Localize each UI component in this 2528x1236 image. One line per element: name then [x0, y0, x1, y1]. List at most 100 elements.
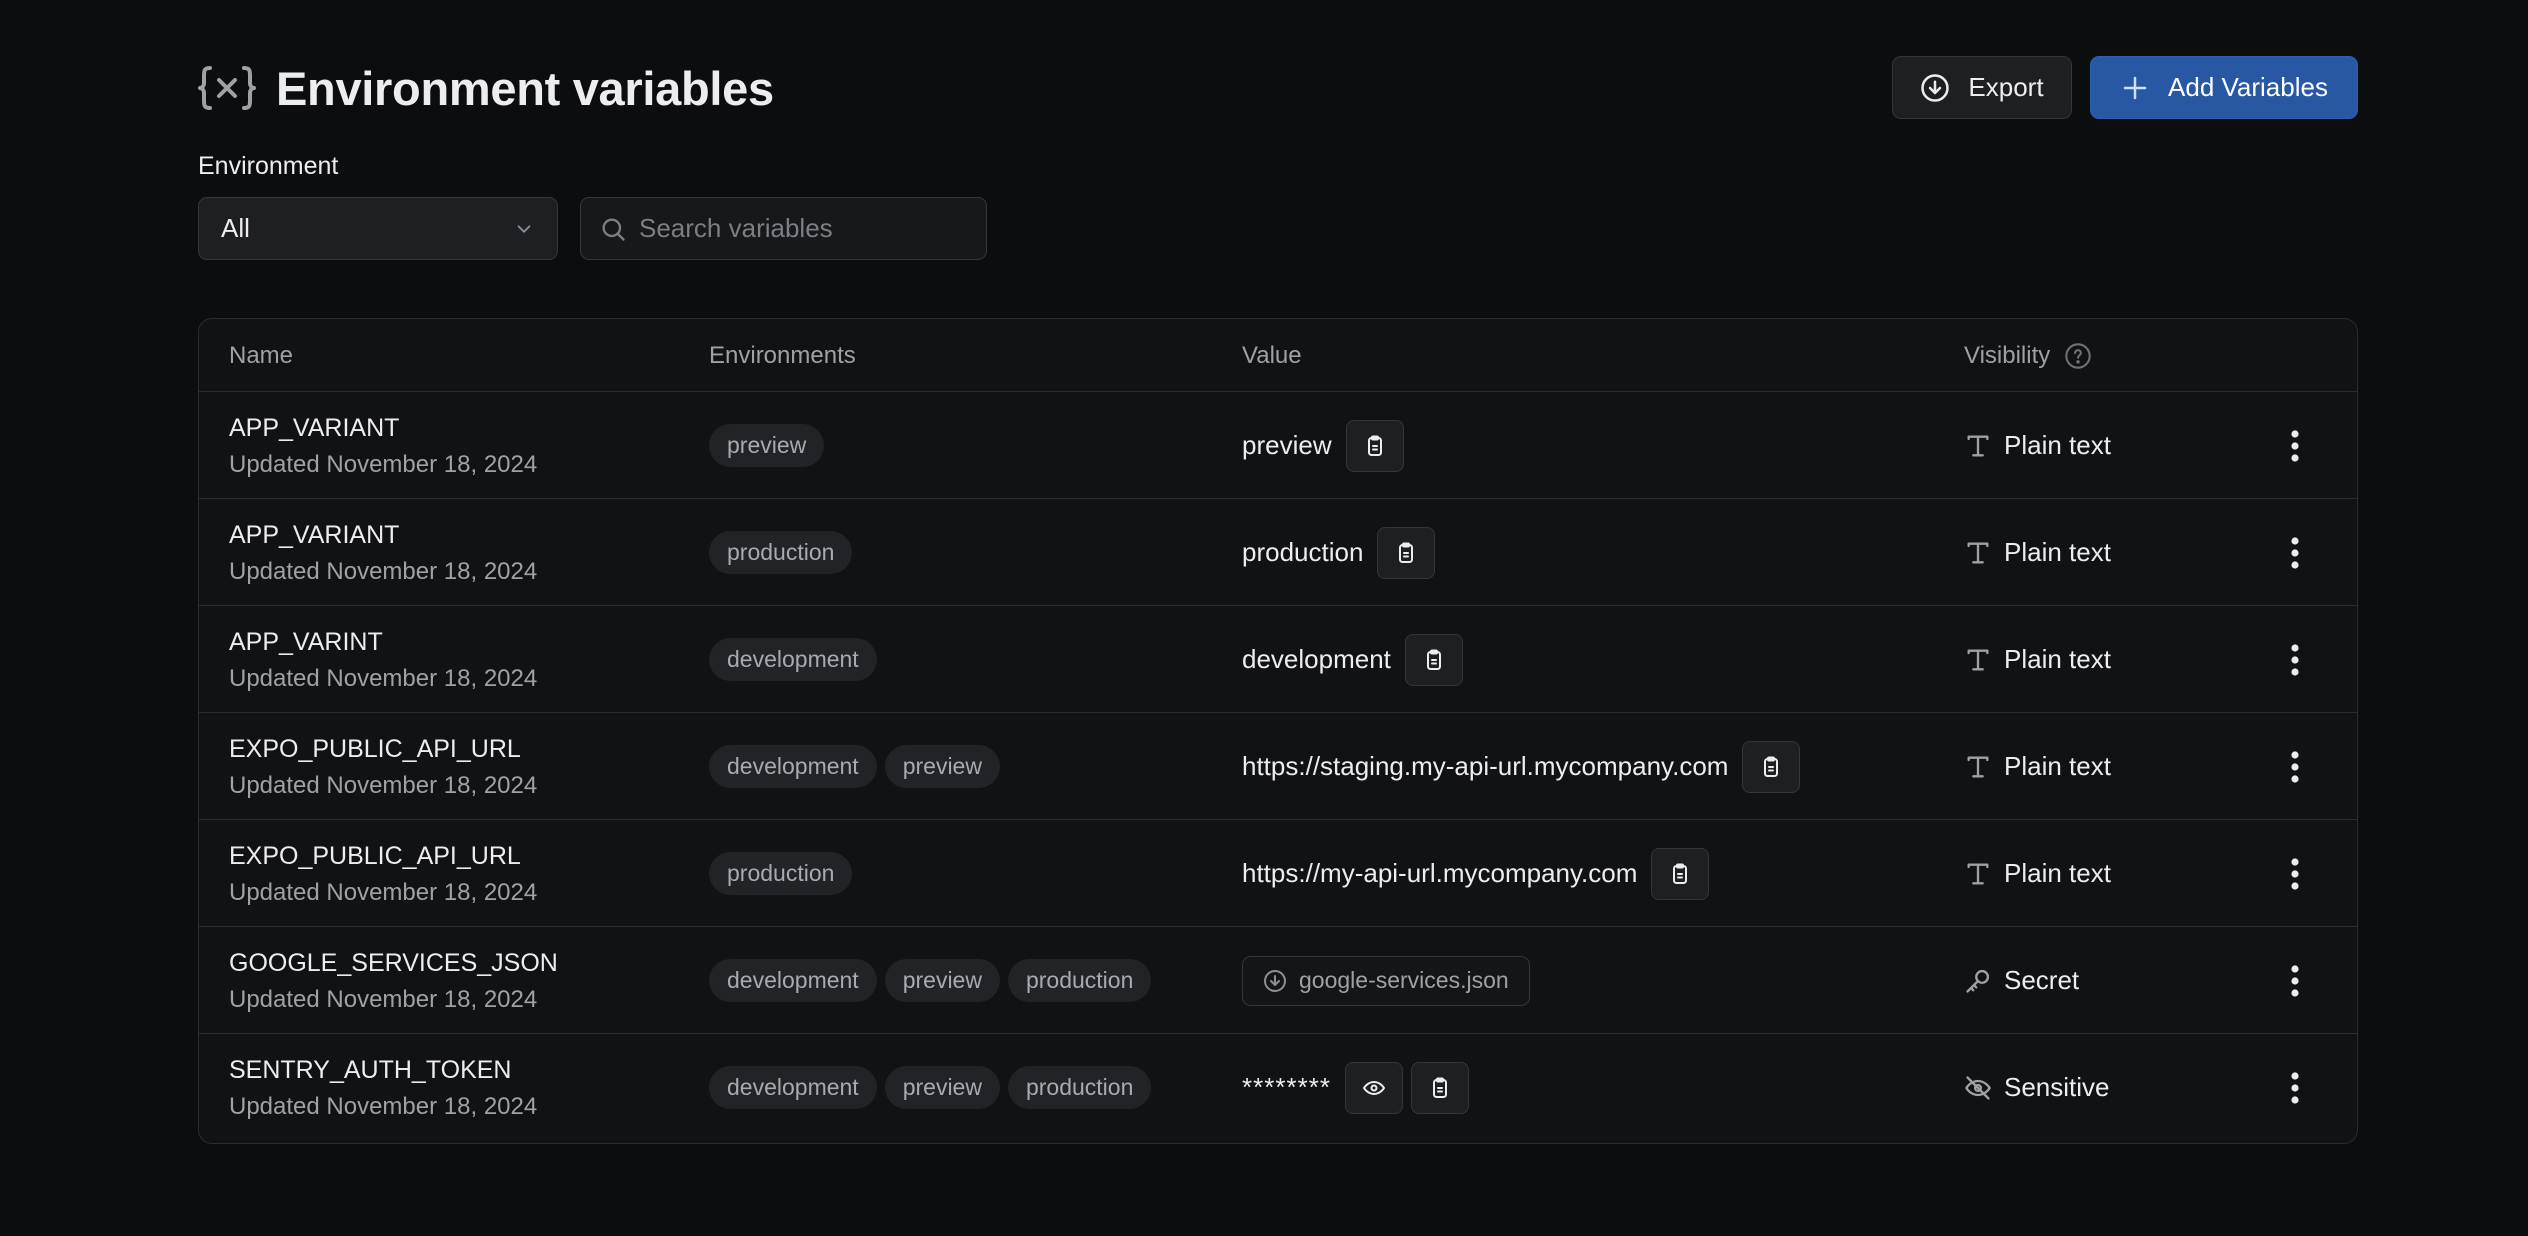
environment-chip: production — [709, 531, 853, 574]
value-cell: https://my-api-url.mycompany.com — [1242, 820, 1710, 927]
row-actions-cell — [2275, 1034, 2315, 1141]
visibility-label: Plain text — [2004, 858, 2111, 888]
name-cell: APP_VARIANT Updated November 18, 2024 — [229, 499, 537, 606]
environment-chip: production — [709, 852, 853, 895]
table-row: GOOGLE_SERVICES_JSON Updated November 18… — [199, 927, 2357, 1034]
visibility-cell: Plain text — [1964, 606, 2111, 713]
copy-value-button[interactable] — [1377, 526, 1436, 579]
row-actions-cell — [2275, 606, 2315, 713]
table-row: EXPO_PUBLIC_API_URL Updated November 18,… — [199, 713, 2357, 820]
more-vertical-icon — [2291, 964, 2299, 997]
variable-updated-date: Updated November 18, 2024 — [229, 1092, 538, 1120]
more-vertical-icon — [2291, 429, 2299, 462]
variable-updated-date: Updated November 18, 2024 — [229, 985, 538, 1013]
environments-cell: production — [709, 820, 853, 927]
row-menu-button[interactable] — [2277, 850, 2313, 898]
clipboard-icon — [1432, 1077, 1447, 1098]
environment-chip: development — [709, 1066, 877, 1109]
name-cell: EXPO_PUBLIC_API_URL Updated November 18,… — [229, 820, 537, 927]
variable-value: https://my-api-url.mycompany.com — [1242, 858, 1638, 888]
row-menu-button[interactable] — [2277, 422, 2313, 470]
environment-chip: development — [709, 638, 877, 681]
text-cursor-icon — [1964, 646, 1992, 674]
reveal-value-button[interactable] — [1344, 1061, 1403, 1114]
visibility-label: Sensitive — [2004, 1072, 2110, 1102]
column-header-value: Value — [1242, 341, 1302, 369]
download-file-button[interactable]: google-services.json — [1242, 955, 1530, 1006]
environments-cell: development preview production — [709, 927, 1152, 1034]
variable-value: https://staging.my-api-url.mycompany.com — [1242, 751, 1729, 781]
copy-value-button[interactable] — [1404, 633, 1463, 686]
environment-chip: production — [1007, 959, 1152, 1002]
visibility-cell: Sensitive — [1964, 1034, 2110, 1141]
environment-chip: development — [709, 959, 877, 1002]
visibility-cell: Plain text — [1964, 499, 2111, 606]
table-row: EXPO_PUBLIC_API_URL Updated November 18,… — [199, 820, 2357, 927]
more-vertical-icon — [2291, 1071, 2299, 1104]
environment-filter-label: Environment — [198, 152, 339, 180]
visibility-cell: Secret — [1964, 927, 2079, 1034]
column-header-name: Name — [229, 341, 294, 369]
name-cell: APP_VARIANT Updated November 18, 2024 — [229, 392, 537, 499]
environment-select[interactable]: All — [198, 197, 558, 260]
variables-table: Name Environments Value Visibility APP_V… — [198, 318, 2358, 1144]
environment-chip: preview — [884, 745, 1000, 788]
column-header-visibility: Visibility — [1964, 319, 2092, 392]
download-circle-icon — [1263, 969, 1287, 993]
value-cell: preview — [1242, 392, 1404, 499]
download-circle-icon — [1920, 73, 1950, 103]
environments-cell: development — [709, 606, 877, 713]
variable-updated-date: Updated November 18, 2024 — [229, 771, 538, 799]
environment-select-value: All — [221, 213, 250, 243]
variable-updated-date: Updated November 18, 2024 — [229, 664, 538, 692]
row-menu-button[interactable] — [2277, 743, 2313, 791]
clipboard-icon — [1426, 649, 1441, 670]
clipboard-icon — [1399, 542, 1414, 563]
visibility-label: Plain text — [2004, 644, 2111, 674]
add-variables-button[interactable]: Add Variables — [2090, 56, 2358, 119]
visibility-cell: Plain text — [1964, 820, 2111, 927]
environment-chip: preview — [884, 1066, 1000, 1109]
row-menu-button[interactable] — [2277, 1064, 2313, 1112]
more-vertical-icon — [2291, 857, 2299, 890]
chevron-down-icon — [513, 218, 535, 240]
row-menu-button[interactable] — [2277, 529, 2313, 577]
row-actions-cell — [2275, 713, 2315, 820]
table-row: SENTRY_AUTH_TOKEN Updated November 18, 2… — [199, 1034, 2357, 1141]
copy-value-button[interactable] — [1742, 740, 1801, 793]
column-header-environments: Environments — [709, 341, 856, 369]
variable-value: development — [1242, 644, 1391, 674]
environment-variables-page: Environment variables Export Add Variabl… — [0, 0, 2528, 1236]
row-actions-cell — [2275, 820, 2315, 927]
name-cell: EXPO_PUBLIC_API_URL Updated November 18,… — [229, 713, 537, 820]
copy-value-button[interactable] — [1651, 847, 1710, 900]
row-menu-button[interactable] — [2277, 636, 2313, 684]
export-button-label: Export — [1968, 72, 2044, 102]
row-actions-cell — [2275, 499, 2315, 606]
export-button[interactable]: Export — [1892, 56, 2072, 119]
value-cell: development — [1242, 606, 1463, 713]
more-vertical-icon — [2291, 643, 2299, 676]
table-body: APP_VARIANT Updated November 18, 2024 pr… — [199, 392, 2357, 1141]
variable-name: EXPO_PUBLIC_API_URL — [229, 734, 521, 763]
text-cursor-icon — [1964, 539, 1992, 567]
value-cell: google-services.json — [1242, 927, 1530, 1034]
variable-name: SENTRY_AUTH_TOKEN — [229, 1055, 512, 1084]
value-cell: production — [1242, 499, 1436, 606]
variable-value: preview — [1242, 430, 1332, 460]
copy-value-button[interactable] — [1345, 419, 1404, 472]
visibility-label: Plain text — [2004, 430, 2111, 460]
text-cursor-icon — [1964, 753, 1992, 781]
visibility-label: Secret — [2004, 965, 2080, 995]
variable-name: EXPO_PUBLIC_API_URL — [229, 841, 521, 870]
search-input[interactable] — [639, 213, 974, 244]
variable-updated-date: Updated November 18, 2024 — [229, 450, 538, 478]
environments-cell: development preview production — [709, 1034, 1152, 1141]
table-header: Name Environments Value Visibility — [199, 319, 2357, 392]
variable-name: APP_VARINT — [229, 627, 383, 656]
search-box — [580, 197, 987, 260]
copy-value-button[interactable] — [1410, 1061, 1469, 1114]
help-circle-icon[interactable] — [2064, 342, 2092, 370]
row-menu-button[interactable] — [2277, 957, 2313, 1005]
clipboard-icon — [1764, 756, 1779, 777]
